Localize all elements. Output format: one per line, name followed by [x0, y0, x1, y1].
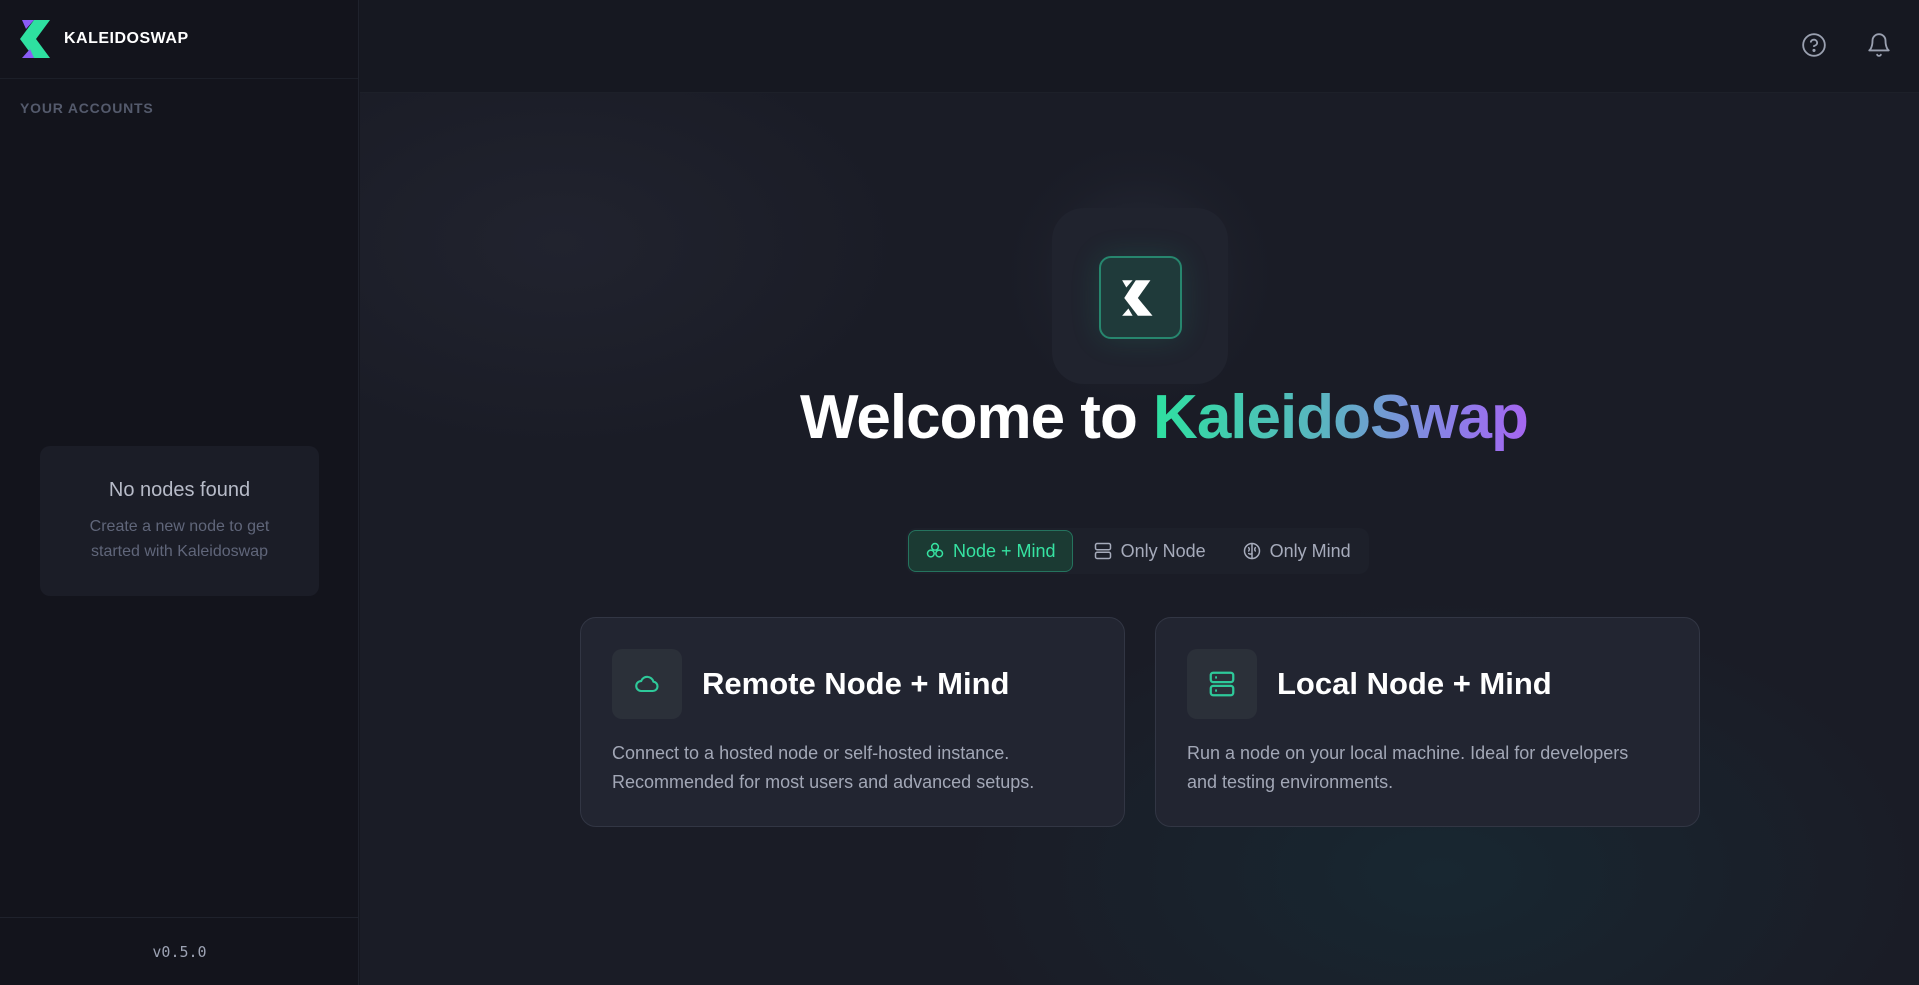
- option-description: Run a node on your local machine. Ideal …: [1187, 743, 1629, 792]
- your-accounts-heading: YOUR ACCOUNTS: [20, 100, 154, 116]
- hero-logo: [1099, 256, 1182, 339]
- sidebar-footer: v0.5.0: [0, 917, 359, 985]
- no-nodes-description: Create a new node to get started with Ka…: [89, 517, 270, 560]
- brand-name: KALEIDOSWAP: [64, 30, 189, 47]
- option-icon-box: [1187, 649, 1257, 719]
- bell-icon: [1868, 33, 1890, 57]
- help-button[interactable]: [1797, 28, 1831, 62]
- mode-label: Node + Mind: [953, 540, 1056, 561]
- no-nodes-card: No nodes found Create a new node to get …: [40, 446, 319, 596]
- remote-node-mind-card[interactable]: Remote Node + Mind Connect to a hosted n…: [580, 617, 1125, 827]
- welcome-prefix: Welcome to: [800, 383, 1138, 452]
- mode-label: Only Mind: [1269, 540, 1351, 561]
- topbar: [360, 0, 1919, 93]
- app-version: v0.5.0: [152, 942, 207, 961]
- no-nodes-title: No nodes found: [108, 478, 251, 501]
- local-node-mind-card[interactable]: Local Node + Mind Run a node on your loc…: [1155, 617, 1700, 827]
- option-title: Remote Node + Mind: [702, 666, 1010, 701]
- cloud-icon: [635, 675, 659, 693]
- mode-only-mind-button[interactable]: Only Mind: [1226, 530, 1367, 572]
- mode-only-node-button[interactable]: Only Node: [1077, 530, 1222, 572]
- sidebar: KALEIDOSWAP YOUR ACCOUNTS No nodes found…: [0, 0, 359, 985]
- mode-label: Only Node: [1120, 540, 1206, 561]
- brain-icon: [1243, 542, 1260, 560]
- welcome-heading: Welcome to KaleidoSwap: [800, 382, 1529, 453]
- nodes-cluster-icon: [926, 542, 944, 558]
- welcome-brand: KaleidoSwap: [1153, 383, 1529, 452]
- mode-node-mind-button[interactable]: Node + Mind: [908, 530, 1073, 572]
- mode-switch: Node + Mind Only Node Only Mind: [906, 528, 1369, 574]
- option-description: Connect to a hosted node or self-hosted …: [612, 743, 1035, 792]
- help-circle-icon: [1802, 33, 1826, 57]
- notifications-button[interactable]: [1862, 28, 1896, 62]
- server-icon: [1094, 542, 1111, 560]
- kaleidoswap-logo-icon: [1121, 279, 1153, 316]
- option-icon-box: [612, 649, 682, 719]
- server-icon: [1209, 671, 1235, 697]
- brand-header[interactable]: KALEIDOSWAP: [0, 0, 358, 79]
- kaleidoswap-logo-icon: [20, 20, 50, 58]
- option-title: Local Node + Mind: [1277, 666, 1552, 701]
